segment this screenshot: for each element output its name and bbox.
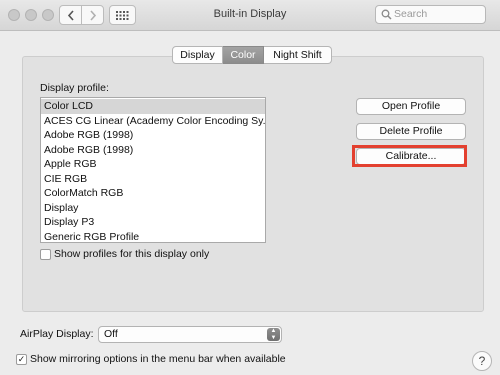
delete-profile-button[interactable]: Delete Profile (356, 123, 466, 140)
show-profiles-checkbox[interactable] (40, 249, 51, 260)
mirroring-label: Show mirroring options in the menu bar w… (30, 353, 286, 365)
calibrate-highlight-box (352, 145, 467, 167)
tab-night-shift[interactable]: Night Shift (264, 46, 332, 64)
display-profile-label: Display profile: (40, 82, 109, 94)
list-item[interactable]: Color LCD (41, 99, 265, 114)
help-button[interactable]: ? (472, 351, 492, 371)
list-item[interactable]: Generic RGB Profile (41, 230, 265, 243)
title-bar: Built-in Display Search (0, 0, 500, 31)
search-field[interactable]: Search (375, 5, 486, 24)
tab-display[interactable]: Display (172, 46, 223, 64)
search-icon (381, 9, 392, 20)
updown-arrows-icon: ▲ ▼ (267, 328, 280, 341)
list-item[interactable]: Adobe RGB (1998) (41, 128, 265, 143)
list-item[interactable]: Apple RGB (41, 157, 265, 172)
list-item[interactable]: Display P3 (41, 215, 265, 230)
open-profile-button[interactable]: Open Profile (356, 98, 466, 115)
tab-bar: Display Color Night Shift (172, 46, 332, 64)
list-item[interactable]: CIE RGB (41, 172, 265, 187)
mirroring-checkbox[interactable]: ✓ (16, 354, 27, 365)
search-placeholder: Search (394, 8, 428, 20)
tab-color[interactable]: Color (223, 46, 264, 64)
show-profiles-label: Show profiles for this display only (54, 248, 210, 260)
list-item[interactable]: ACES CG Linear (Academy Color Encoding S… (41, 114, 265, 129)
profile-list[interactable]: Color LCD ACES CG Linear (Academy Color … (40, 97, 266, 243)
airplay-display-label: AirPlay Display: (20, 328, 94, 340)
list-item[interactable]: Display (41, 201, 265, 216)
airplay-display-value: Off (104, 328, 118, 340)
list-item[interactable]: Adobe RGB (1998) (41, 143, 265, 158)
airplay-display-select[interactable]: Off ▲ ▼ (98, 326, 282, 343)
list-item[interactable]: ColorMatch RGB (41, 186, 265, 201)
